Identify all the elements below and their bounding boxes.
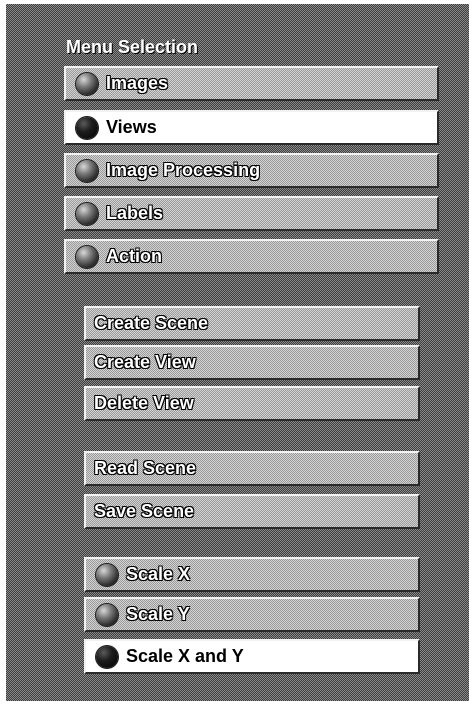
radio-button-icon <box>96 563 118 586</box>
button-label: Read Scene <box>94 458 197 478</box>
radio-button-icon <box>96 603 118 626</box>
radio-button-icon <box>76 159 98 182</box>
menu-title: Menu Selection <box>66 37 199 57</box>
menu-item-label: Images <box>106 73 169 93</box>
button-label: Save Scene <box>94 501 195 521</box>
read-scene-button[interactable]: Read Scene <box>84 451 420 486</box>
menu-item-label: Action <box>106 246 162 266</box>
create-view-button[interactable]: Create View <box>84 345 420 380</box>
menu-item-labels[interactable]: Labels <box>64 196 439 231</box>
button-label: Create Scene <box>94 313 209 333</box>
option-label: Scale X <box>126 564 191 584</box>
scale-y-option[interactable]: Scale Y <box>84 597 420 632</box>
menu-item-views[interactable]: Views <box>64 110 439 145</box>
menu-item-label: Image Processing <box>106 160 261 180</box>
option-label: Scale Y <box>126 604 190 624</box>
radio-button-icon <box>76 245 98 268</box>
delete-view-button[interactable]: Delete View <box>84 386 420 421</box>
scale-x-and-y-option[interactable]: Scale X and Y <box>84 639 420 674</box>
radio-button-icon <box>76 202 98 225</box>
menu-item-images[interactable]: Images <box>64 66 439 101</box>
menu-item-image-processing[interactable]: Image Processing <box>64 153 439 188</box>
scale-x-option[interactable]: Scale X <box>84 557 420 592</box>
radio-button-icon <box>76 72 98 95</box>
menu-item-action[interactable]: Action <box>64 239 439 274</box>
create-scene-button[interactable]: Create Scene <box>84 306 420 341</box>
menu-item-label: Views <box>106 117 157 137</box>
radio-button-selected-icon <box>76 116 98 139</box>
menu-item-label: Labels <box>106 203 164 223</box>
button-label: Delete View <box>94 393 194 413</box>
button-label: Create View <box>94 352 196 372</box>
option-label: Scale X and Y <box>126 646 244 666</box>
save-scene-button[interactable]: Save Scene <box>84 494 420 529</box>
radio-button-selected-icon <box>96 645 118 668</box>
